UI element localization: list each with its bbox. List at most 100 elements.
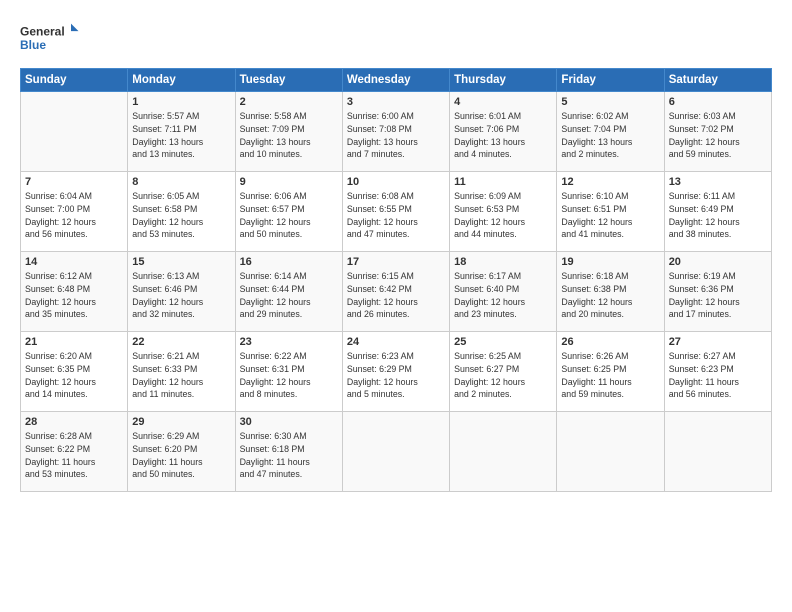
cell-info: Sunrise: 6:05 AMSunset: 6:58 PMDaylight:… bbox=[132, 190, 230, 241]
calendar-cell: 16Sunrise: 6:14 AMSunset: 6:44 PMDayligh… bbox=[235, 252, 342, 332]
calendar-cell: 22 Sunrise: 6:21 AMSunset: 6:33 PMDayligh… bbox=[128, 332, 235, 412]
calendar-cell bbox=[21, 92, 128, 172]
svg-text:General: General bbox=[20, 25, 65, 39]
cell-info: Sunrise: 6:06 AMSunset: 6:57 PMDaylight:… bbox=[240, 190, 338, 241]
col-header-tuesday: Tuesday bbox=[235, 69, 342, 92]
cell-info: Sunrise: 6:23 AMSunset: 6:29 PMDaylight:… bbox=[347, 350, 445, 401]
cell-info: Sunrise: 6:29 AMSunset: 6:20 PMDaylight:… bbox=[132, 430, 230, 481]
day-number: 3 bbox=[347, 96, 445, 108]
cell-info: Sunrise: 6:18 AMSunset: 6:38 PMDaylight:… bbox=[561, 270, 659, 321]
cell-info: Sunrise: 5:58 AMSunset: 7:09 PMDaylight:… bbox=[240, 110, 338, 161]
cell-info: Sunrise: 6:09 AMSunset: 6:53 PMDaylight:… bbox=[454, 190, 552, 241]
cell-info: Sunrise: 6:30 AMSunset: 6:18 PMDaylight:… bbox=[240, 430, 338, 481]
calendar-cell: 2 Sunrise: 5:58 AMSunset: 7:09 PMDaylight… bbox=[235, 92, 342, 172]
day-number: 1 bbox=[132, 96, 230, 108]
calendar-cell: 25 Sunrise: 6:25 AMSunset: 6:27 PMDayligh… bbox=[450, 332, 557, 412]
day-number: 5 bbox=[561, 96, 659, 108]
cell-info: Sunrise: 6:00 AMSunset: 7:08 PMDaylight:… bbox=[347, 110, 445, 161]
calendar-cell: 15 Sunrise: 6:13 AMSunset: 6:46 PMDayligh… bbox=[128, 252, 235, 332]
cell-info: Sunrise: 6:08 AMSunset: 6:55 PMDaylight:… bbox=[347, 190, 445, 241]
day-number: 22 bbox=[132, 336, 230, 348]
calendar-cell: 10 Sunrise: 6:08 AMSunset: 6:55 PMDayligh… bbox=[342, 172, 449, 252]
cell-info: Sunrise: 6:11 AMSunset: 6:49 PMDaylight:… bbox=[669, 190, 767, 241]
calendar-cell: 17 Sunrise: 6:15 AMSunset: 6:42 PMDayligh… bbox=[342, 252, 449, 332]
calendar-cell: 4 Sunrise: 6:01 AMSunset: 7:06 PMDaylight… bbox=[450, 92, 557, 172]
cell-info: Sunrise: 6:20 AMSunset: 6:35 PMDaylight:… bbox=[25, 350, 123, 401]
calendar-cell: 21 Sunrise: 6:20 AMSunset: 6:35 PMDayligh… bbox=[21, 332, 128, 412]
col-header-monday: Monday bbox=[128, 69, 235, 92]
cell-info: Sunrise: 6:21 AMSunset: 6:33 PMDaylight:… bbox=[132, 350, 230, 401]
cell-info: Sunrise: 6:25 AMSunset: 6:27 PMDaylight:… bbox=[454, 350, 552, 401]
cell-info: Sunrise: 6:12 AMSunset: 6:48 PMDaylight:… bbox=[25, 270, 123, 321]
calendar-cell: 13 Sunrise: 6:11 AMSunset: 6:49 PMDayligh… bbox=[664, 172, 771, 252]
calendar-cell: 9 Sunrise: 6:06 AMSunset: 6:57 PMDaylight… bbox=[235, 172, 342, 252]
calendar-cell: 11 Sunrise: 6:09 AMSunset: 6:53 PMDayligh… bbox=[450, 172, 557, 252]
cell-info: Sunrise: 6:19 AMSunset: 6:36 PMDaylight:… bbox=[669, 270, 767, 321]
calendar-cell: 14 Sunrise: 6:12 AMSunset: 6:48 PMDayligh… bbox=[21, 252, 128, 332]
cell-info: Sunrise: 6:14 AMSunset: 6:44 PMDaylight:… bbox=[240, 270, 338, 321]
day-number: 2 bbox=[240, 96, 338, 108]
day-number: 24 bbox=[347, 336, 445, 348]
cell-info: Sunrise: 6:26 AMSunset: 6:25 PMDaylight:… bbox=[561, 350, 659, 401]
cell-info: Sunrise: 5:57 AMSunset: 7:11 PMDaylight:… bbox=[132, 110, 230, 161]
day-number: 12 bbox=[561, 176, 659, 188]
calendar-cell: 12 Sunrise: 6:10 AMSunset: 6:51 PMDayligh… bbox=[557, 172, 664, 252]
calendar-cell: 19 Sunrise: 6:18 AMSunset: 6:38 PMDayligh… bbox=[557, 252, 664, 332]
col-header-thursday: Thursday bbox=[450, 69, 557, 92]
calendar-cell: 23 Sunrise: 6:22 AMSunset: 6:31 PMDayligh… bbox=[235, 332, 342, 412]
calendar-cell: 3 Sunrise: 6:00 AMSunset: 7:08 PMDaylight… bbox=[342, 92, 449, 172]
calendar-cell: 1 Sunrise: 5:57 AMSunset: 7:11 PMDaylight… bbox=[128, 92, 235, 172]
day-number: 9 bbox=[240, 176, 338, 188]
col-header-wednesday: Wednesday bbox=[342, 69, 449, 92]
day-number: 27 bbox=[669, 336, 767, 348]
calendar-cell: 24 Sunrise: 6:23 AMSunset: 6:29 PMDayligh… bbox=[342, 332, 449, 412]
calendar-cell: 28 Sunrise: 6:28 AMSunset: 6:22 PMDayligh… bbox=[21, 412, 128, 492]
day-number: 26 bbox=[561, 336, 659, 348]
day-number: 19 bbox=[561, 256, 659, 268]
day-number: 6 bbox=[669, 96, 767, 108]
svg-text:Blue: Blue bbox=[20, 38, 46, 52]
col-header-friday: Friday bbox=[557, 69, 664, 92]
cell-info: Sunrise: 6:28 AMSunset: 6:22 PMDaylight:… bbox=[25, 430, 123, 481]
cell-info: Sunrise: 6:01 AMSunset: 7:06 PMDaylight:… bbox=[454, 110, 552, 161]
calendar-cell: 18 Sunrise: 6:17 AMSunset: 6:40 PMDayligh… bbox=[450, 252, 557, 332]
calendar-cell: 20 Sunrise: 6:19 AMSunset: 6:36 PMDayligh… bbox=[664, 252, 771, 332]
day-number: 15 bbox=[132, 256, 230, 268]
calendar-cell: 29 Sunrise: 6:29 AMSunset: 6:20 PMDayligh… bbox=[128, 412, 235, 492]
cell-info: Sunrise: 6:13 AMSunset: 6:46 PMDaylight:… bbox=[132, 270, 230, 321]
day-number: 10 bbox=[347, 176, 445, 188]
day-number: 18 bbox=[454, 256, 552, 268]
day-number: 23 bbox=[240, 336, 338, 348]
calendar-cell bbox=[557, 412, 664, 492]
day-number: 17 bbox=[347, 256, 445, 268]
logo: General Blue bbox=[20, 18, 80, 60]
day-number: 11 bbox=[454, 176, 552, 188]
day-number: 25 bbox=[454, 336, 552, 348]
day-number: 13 bbox=[669, 176, 767, 188]
cell-info: Sunrise: 6:17 AMSunset: 6:40 PMDaylight:… bbox=[454, 270, 552, 321]
day-number: 4 bbox=[454, 96, 552, 108]
calendar-cell bbox=[342, 412, 449, 492]
cell-info: Sunrise: 6:02 AMSunset: 7:04 PMDaylight:… bbox=[561, 110, 659, 161]
calendar-cell: 7 Sunrise: 6:04 AMSunset: 7:00 PMDaylight… bbox=[21, 172, 128, 252]
calendar-cell bbox=[450, 412, 557, 492]
cell-info: Sunrise: 6:04 AMSunset: 7:00 PMDaylight:… bbox=[25, 190, 123, 241]
cell-info: Sunrise: 6:15 AMSunset: 6:42 PMDaylight:… bbox=[347, 270, 445, 321]
calendar-cell: 30Sunrise: 6:30 AMSunset: 6:18 PMDayligh… bbox=[235, 412, 342, 492]
calendar-cell: 6Sunrise: 6:03 AMSunset: 7:02 PMDaylight… bbox=[664, 92, 771, 172]
calendar-cell: 8Sunrise: 6:05 AMSunset: 6:58 PMDaylight… bbox=[128, 172, 235, 252]
cell-info: Sunrise: 6:22 AMSunset: 6:31 PMDaylight:… bbox=[240, 350, 338, 401]
calendar-cell: 5 Sunrise: 6:02 AMSunset: 7:04 PMDaylight… bbox=[557, 92, 664, 172]
calendar-cell: 27 Sunrise: 6:27 AMSunset: 6:23 PMDayligh… bbox=[664, 332, 771, 412]
cell-info: Sunrise: 6:10 AMSunset: 6:51 PMDaylight:… bbox=[561, 190, 659, 241]
day-number: 29 bbox=[132, 416, 230, 428]
col-header-sunday: Sunday bbox=[21, 69, 128, 92]
calendar-table: SundayMondayTuesdayWednesdayThursdayFrid… bbox=[20, 68, 772, 492]
day-number: 14 bbox=[25, 256, 123, 268]
day-number: 7 bbox=[25, 176, 123, 188]
day-number: 20 bbox=[669, 256, 767, 268]
day-number: 21 bbox=[25, 336, 123, 348]
day-number: 28 bbox=[25, 416, 123, 428]
col-header-saturday: Saturday bbox=[664, 69, 771, 92]
cell-info: Sunrise: 6:27 AMSunset: 6:23 PMDaylight:… bbox=[669, 350, 767, 401]
